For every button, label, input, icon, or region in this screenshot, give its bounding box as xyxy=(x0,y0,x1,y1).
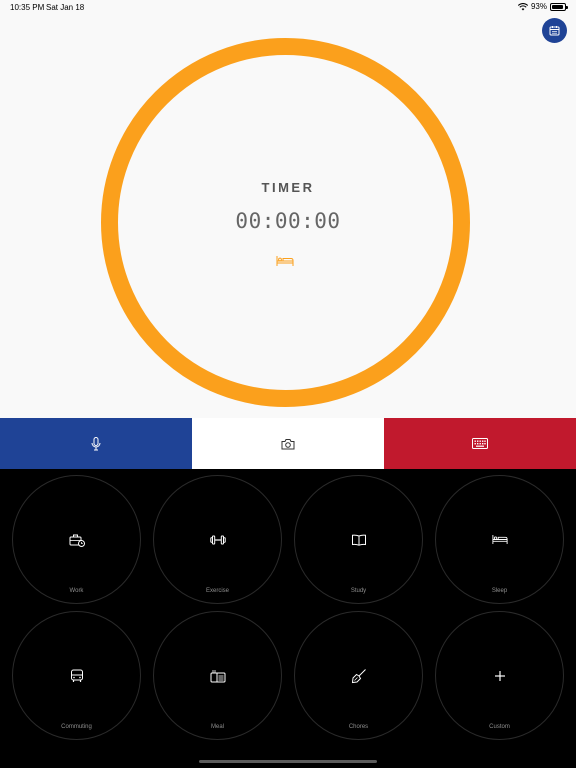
bus-icon xyxy=(69,668,85,684)
battery-percent: 93% xyxy=(530,2,547,11)
category-label: Commuting xyxy=(61,724,92,730)
keyboard-icon xyxy=(472,438,488,449)
calendar-button[interactable] xyxy=(542,18,567,43)
category-sleep[interactable]: Sleep xyxy=(435,475,564,604)
category-label: Study xyxy=(350,588,367,594)
bed-icon xyxy=(276,256,294,266)
bed-icon xyxy=(491,532,508,548)
category-label: Meal xyxy=(210,724,224,730)
category-label: Custom xyxy=(489,724,510,730)
briefcase-clock-icon xyxy=(69,532,85,548)
voice-input-button[interactable] xyxy=(0,418,192,469)
category-chores[interactable]: Chores xyxy=(294,611,423,740)
broom-icon xyxy=(351,668,367,684)
activity-grid: Work Exercise Study Sleep Commuting Meal… xyxy=(0,469,576,768)
camera-icon xyxy=(281,438,295,449)
category-label: Exercise xyxy=(205,588,229,594)
category-study[interactable]: Study xyxy=(294,475,423,604)
category-meal[interactable]: Meal xyxy=(153,611,282,740)
category-label: Work xyxy=(69,588,84,594)
timer-value: 00:00:00 xyxy=(235,209,341,233)
lunchbox-icon xyxy=(210,668,226,684)
calendar-icon xyxy=(549,26,560,36)
home-indicator[interactable] xyxy=(199,760,377,763)
wifi-icon xyxy=(517,2,528,10)
book-icon xyxy=(351,532,367,548)
camera-input-button[interactable] xyxy=(192,418,384,469)
status-bar: 10:35 PM Sat Jan 18 93% xyxy=(0,0,576,14)
category-custom[interactable]: Custom xyxy=(435,611,564,740)
status-date: Sat Jan 18 xyxy=(46,3,85,12)
category-label: Sleep xyxy=(491,588,508,594)
battery-icon xyxy=(550,2,568,11)
category-commuting[interactable]: Commuting xyxy=(12,611,141,740)
category-label: Chores xyxy=(348,724,369,730)
dumbbell-icon xyxy=(209,532,226,548)
timer-label: TIMER xyxy=(261,180,315,195)
category-work[interactable]: Work xyxy=(12,475,141,604)
input-action-bar xyxy=(0,418,576,469)
status-right: 93% xyxy=(517,2,568,11)
keyboard-input-button[interactable] xyxy=(384,418,576,469)
status-time: 10:35 PM xyxy=(10,3,45,12)
category-exercise[interactable]: Exercise xyxy=(153,475,282,604)
plus-icon xyxy=(492,668,508,684)
microphone-icon xyxy=(91,436,101,450)
